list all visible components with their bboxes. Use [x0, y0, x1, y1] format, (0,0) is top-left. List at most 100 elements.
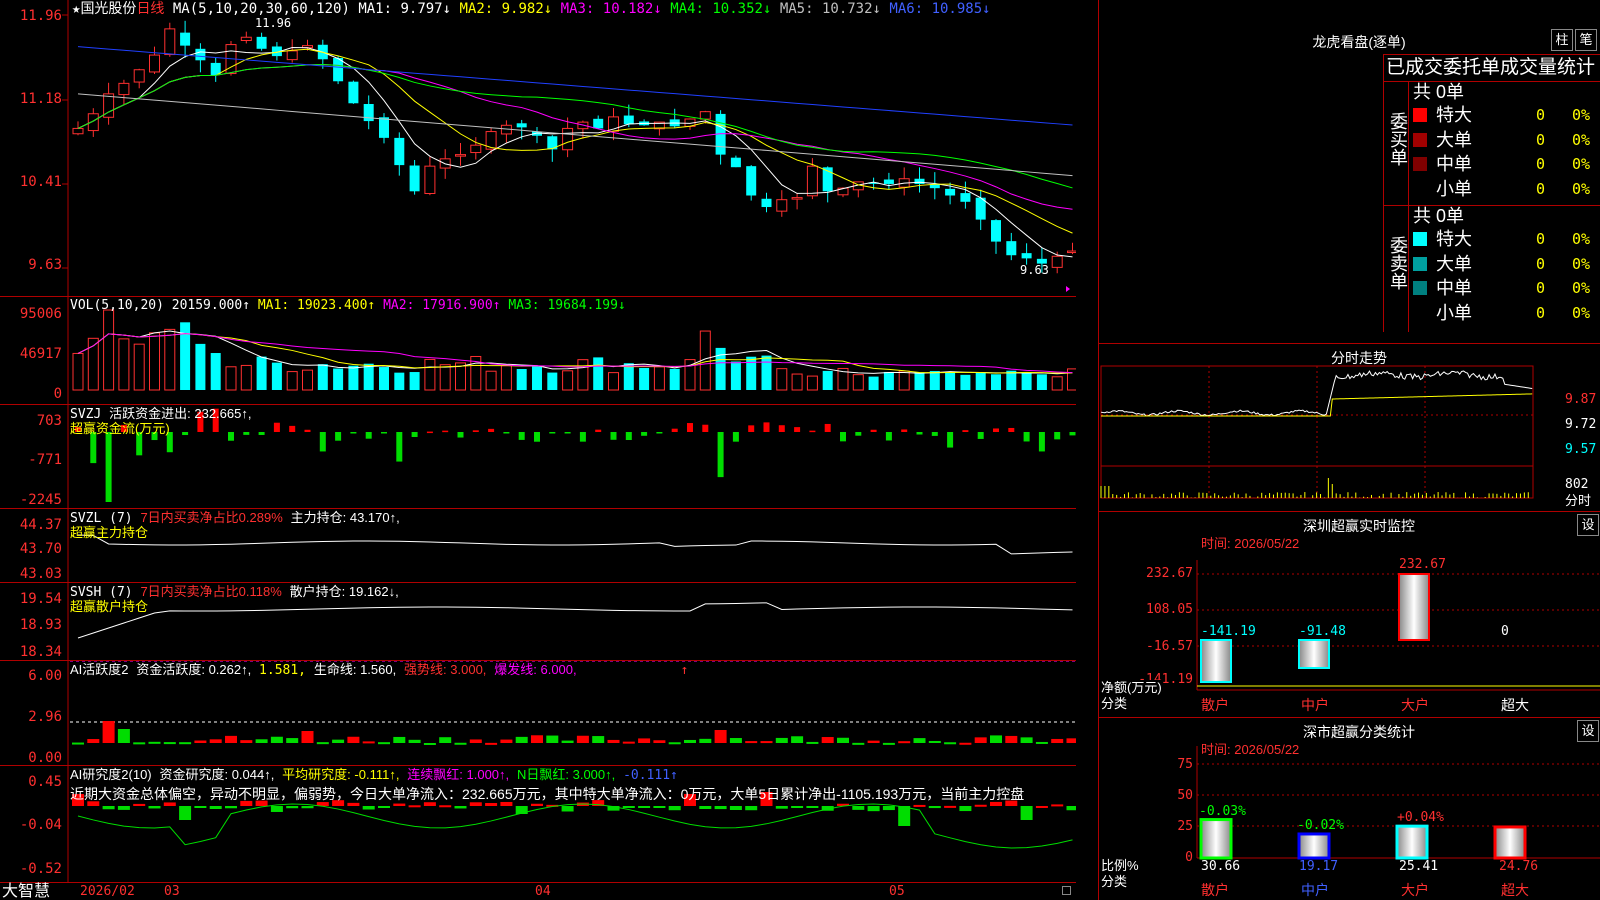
order-size-label: 特大 [1436, 229, 1472, 249]
candle-up [470, 144, 482, 154]
date-axis: 大智慧 2026/02 03 04 05 [0, 882, 1076, 900]
research-bar [286, 806, 299, 809]
legend-swatch [1413, 256, 1427, 271]
fenshi-panel[interactable]: 分时走势 9.87 9.72 9.57 802 分时 [1099, 344, 1600, 512]
flow-bar [595, 429, 602, 432]
tick-view-button[interactable]: 笔 [1575, 29, 1597, 51]
brand-logo[interactable]: 大智慧 [2, 883, 50, 900]
ma3-value: MA3: 10.182↓ [560, 1, 662, 17]
candle-down [623, 115, 634, 125]
order-pct: 0% [1572, 106, 1591, 124]
y-label: 46917 [19, 346, 62, 362]
candle-up [1051, 255, 1063, 268]
activity-bar [301, 731, 314, 743]
kline-chart[interactable] [0, 0, 1076, 297]
flow-bar [962, 430, 969, 432]
ai-research-panel[interactable]: AI研究度2(10) 资金研究度: 0.044↑, 平均研究度: -0.111↑… [0, 766, 1076, 882]
volume-bar-down [256, 356, 267, 390]
bar-view-button[interactable]: 柱 [1551, 29, 1573, 51]
volume-bar-down [379, 367, 389, 390]
activity-bar [347, 736, 360, 743]
activity-bar [439, 737, 452, 743]
ai-active-panel[interactable]: AI活跃度2 资金活跃度: 0.262↑, 1.581, 生命线: 1.560,… [0, 661, 1076, 766]
svzl-panel[interactable]: SVZL (7) 7日内买卖净占比0.289% 主力持仓: 43.170↑, 超… [0, 509, 1076, 583]
volume-bar-down [914, 372, 925, 390]
volume-chart[interactable] [0, 297, 1076, 405]
candle-down [256, 36, 267, 49]
volume-panel[interactable]: VOL(5,10,20) 20159.000↑ MA1: 19023.400↑ … [0, 297, 1076, 405]
research-bar [408, 805, 421, 808]
order-count: 0 [1536, 303, 1546, 322]
volume-bar-down [394, 372, 405, 390]
research-bar [898, 806, 911, 826]
candle-up [1067, 250, 1076, 254]
activity-bar [1020, 737, 1033, 743]
candle-up [149, 54, 160, 73]
flow-bar [350, 432, 357, 434]
period-label[interactable]: 日线 [136, 0, 164, 16]
ratio-bar [1199, 818, 1233, 860]
candle-down [363, 104, 374, 122]
volume-bar-up [164, 328, 176, 391]
flow-bar [840, 432, 846, 442]
classify-panel[interactable]: 深市超赢分类统计 设 时间: 2026/05/22 75 50 25 0 比例%… [1099, 718, 1600, 900]
vol-value: 20159.000↑ [171, 298, 251, 313]
flow-bar [794, 427, 801, 432]
order-count: 0 [1536, 155, 1546, 173]
svzj-panel[interactable]: SVZJ 活跃资金进出: 232.665↑, 超赢资金流(万元) 703 -77… [0, 405, 1076, 509]
flow-bar [1069, 432, 1076, 436]
flow-bar [855, 432, 862, 436]
monitor-cat: 中户 [1301, 697, 1329, 713]
legend-swatch [1413, 157, 1427, 171]
volume-bar-up [103, 309, 115, 391]
y-label: 0.45 [28, 774, 62, 790]
order-pct: 0% [1572, 130, 1591, 149]
activity-bar [760, 741, 773, 744]
classify-value: 24.76 [1499, 859, 1539, 874]
volume-bar-down [1036, 374, 1047, 390]
volume-bar-down [945, 372, 956, 390]
lock-icon[interactable] [1062, 886, 1071, 895]
activity-bar [209, 739, 222, 743]
flow-bar [534, 432, 540, 442]
ai1-label: AI活跃度2 [70, 662, 129, 677]
monitor-panel[interactable]: 深圳超赢实时监控 设 时间: 2026/05/22 232.67 108.05 … [1099, 512, 1600, 718]
y-label: 0.00 [28, 750, 62, 766]
volume-bar-up [653, 366, 665, 391]
ma5-value: MA5: 10.732↓ [779, 1, 881, 17]
candle-down [1021, 253, 1032, 259]
legend-swatch [1413, 181, 1427, 196]
research-bar [301, 806, 314, 809]
volume-bar-down [960, 374, 971, 390]
svzj-sub: 超赢资金流(万元) [70, 421, 170, 436]
volume-bar-up [776, 368, 788, 391]
date-label: 2026/02 [80, 884, 135, 899]
volume-bar-down [348, 365, 359, 390]
legend-swatch [1413, 232, 1427, 246]
kline-panel[interactable]: ★国光股份日线 MA(5,10,20,30,60,120) MA1: 9.797… [0, 0, 1076, 297]
fenshi-chart[interactable] [1099, 344, 1600, 512]
ai-research-chart[interactable] [0, 766, 1076, 882]
sell-orders-block: 委卖单 共 0单 特大 0 0% 大单 0 0% 中单 0 0% 小单 0 0% [1383, 206, 1600, 332]
candle-down [945, 188, 956, 196]
research-bar [469, 802, 482, 806]
vol-ma1: MA1: 19023.400↑ [257, 298, 376, 313]
candle-up [455, 154, 466, 157]
y-label: -0.52 [19, 861, 62, 877]
y-label: 6.00 [28, 668, 62, 684]
y-label: 9.63 [28, 257, 62, 273]
flow-bar [916, 432, 923, 435]
candle-down [180, 32, 191, 46]
research-bar [928, 806, 941, 809]
research-bar [913, 804, 926, 807]
lhb-tabs-label[interactable]: 已成交委托单成交量统计 [1386, 57, 1595, 79]
ma-line [77, 47, 1073, 258]
lhb-tabs[interactable]: 已成交委托单成交量统计 [1383, 54, 1600, 82]
flow-bar [809, 430, 816, 433]
volume-bar-down [271, 362, 282, 390]
monitor-value: 0 [1501, 624, 1509, 639]
flow-bar [824, 423, 831, 432]
activity-bar [974, 737, 987, 743]
svsh-panel[interactable]: SVSH (7) 7日内买卖净占比0.118% 散户持仓: 19.162↓, 超… [0, 583, 1076, 661]
candle-down [195, 48, 206, 61]
